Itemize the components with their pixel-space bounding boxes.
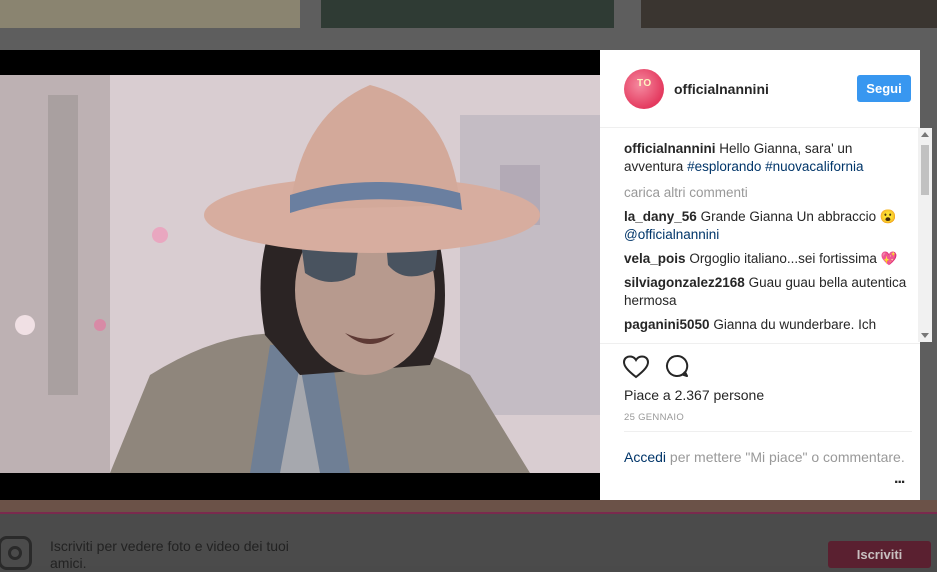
more-options-icon[interactable]: ... [894,470,905,488]
login-prompt: Accedi per mettere "Mi piace" o commenta… [624,431,912,466]
avatar[interactable]: TO [624,69,664,109]
comment-text: Gianna du wunderbare. Ich [713,317,877,332]
heart-icon[interactable] [623,355,649,379]
login-link[interactable]: Accedi [624,449,666,465]
actions-divider [600,343,920,345]
list-item: silviagonzalez2168 Guau guau bella auten… [624,274,912,310]
login-prompt-text: per mettere "Mi piace" o commentare. [666,449,905,465]
comments-list[interactable]: officialnannini Hello Gianna, sara' un a… [624,140,912,345]
comment-username[interactable]: la_dany_56 [624,209,697,224]
signup-bar: Iscriviti per vedere foto e video dei tu… [0,514,937,571]
feed-thumbnail[interactable] [0,0,300,28]
signup-text: Iscriviti per vedere foto e video dei tu… [50,538,289,571]
video-frame[interactable] [0,75,600,473]
comments-scrollbar[interactable] [918,128,932,342]
comment-username[interactable]: vela_pois [624,251,686,266]
feed-thumbnail[interactable] [321,0,614,28]
hashtag-link[interactable]: #esplorando [687,159,761,174]
scroll-up-arrow-icon[interactable] [921,132,929,137]
video-player[interactable] [0,50,600,500]
list-item: paganini5050 Gianna du wunderbare. Ich [624,316,912,334]
load-more-comments-link[interactable]: carica altri commenti [624,184,912,202]
feed-thumbnail[interactable] [641,0,937,28]
caption-username[interactable]: officialnannini [624,141,716,156]
video-still [0,75,600,473]
instagram-logo-icon [0,536,32,570]
comment-text: Grande Gianna Un abbraccio 😮 [700,209,897,224]
signup-button[interactable]: Iscriviti [828,541,931,568]
hashtag-link[interactable]: #nuovacalifornia [765,159,863,174]
comment-icon[interactable] [665,354,689,378]
list-item: vela_pois Orgoglio italiano...sei fortis… [624,250,912,268]
post-modal: TO officialnannini Segui officialnannini… [0,50,932,500]
post-header: TO officialnannini Segui [600,50,920,128]
follow-button[interactable]: Segui [857,75,911,102]
avatar-label: TO [637,78,652,89]
post-date[interactable]: 25 GENNAIO [624,412,684,423]
mention-link[interactable]: @officialnannini [624,227,719,242]
comment-username[interactable]: paganini5050 [624,317,710,332]
list-item: la_dany_56 Grande Gianna Un abbraccio 😮 … [624,208,912,244]
post-details-panel: TO officialnannini Segui officialnannini… [600,50,932,500]
caption: officialnannini Hello Gianna, sara' un a… [624,140,912,176]
likes-count[interactable]: Piace a 2.367 persone [624,387,764,403]
username-link[interactable]: officialnannini [674,81,769,97]
comment-text: Orgoglio italiano...sei fortissima 💖 [689,251,898,266]
scroll-down-arrow-icon[interactable] [921,333,929,338]
scroll-thumb[interactable] [921,145,929,195]
comment-username[interactable]: silviagonzalez2168 [624,275,745,290]
